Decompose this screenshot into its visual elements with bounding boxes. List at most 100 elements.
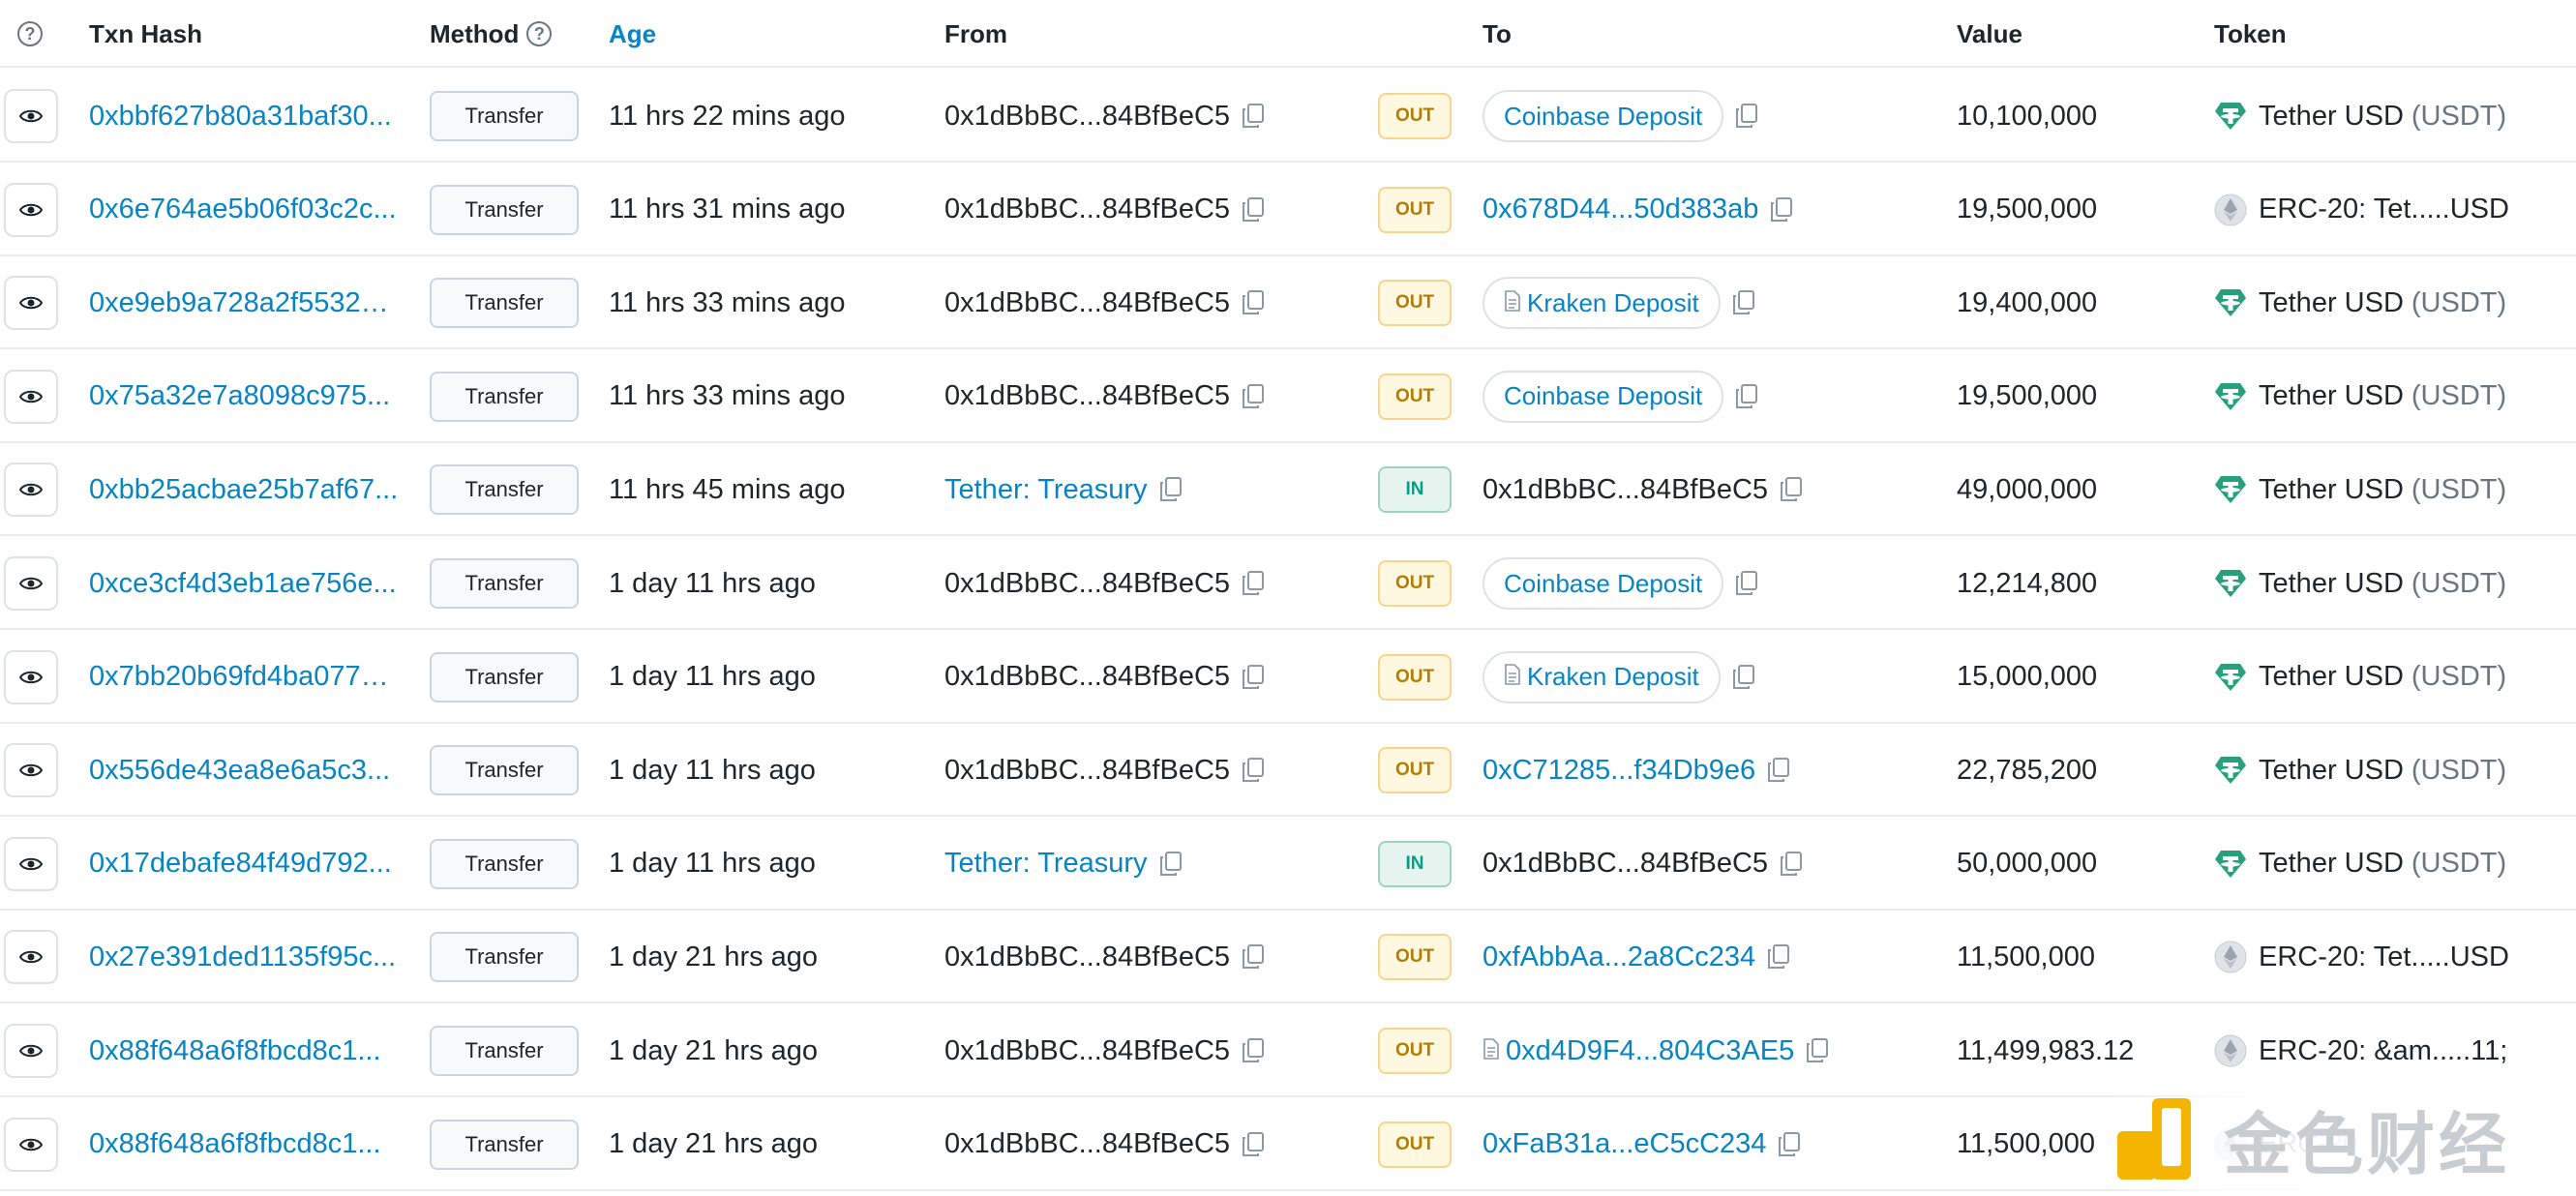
token-cell[interactable]: Tether USD (USDT) bbox=[2214, 350, 2506, 443]
to-address-label[interactable]: Kraken Deposit bbox=[1527, 662, 1699, 692]
token-cell[interactable]: Tether USD (USDT) bbox=[2214, 256, 2506, 349]
method-badge[interactable]: Transfer bbox=[430, 1026, 579, 1076]
token-cell[interactable]: Tether USD (USDT) bbox=[2214, 818, 2506, 911]
copy-icon[interactable] bbox=[1767, 944, 1790, 970]
method-badge[interactable]: Transfer bbox=[430, 464, 579, 516]
to-address-tag[interactable]: Coinbase Deposit bbox=[1483, 370, 1724, 423]
token-name[interactable]: Tether USD bbox=[2259, 848, 2404, 880]
to-address-tag[interactable]: Coinbase Deposit bbox=[1483, 557, 1724, 610]
eye-icon[interactable] bbox=[4, 743, 58, 798]
method-badge[interactable]: Transfer bbox=[430, 558, 579, 609]
to-address-label[interactable]: Coinbase Deposit bbox=[1504, 102, 1702, 132]
token-cell[interactable]: Tether USD (USDT) bbox=[2214, 443, 2506, 536]
copy-icon[interactable] bbox=[1732, 290, 1755, 315]
token-name[interactable]: ERC-20: Tet.....USD bbox=[2259, 194, 2509, 225]
from-address[interactable]: Tether: Treasury bbox=[944, 848, 1148, 880]
txn-hash-link[interactable]: 0x27e391ded1135f95c... bbox=[89, 942, 399, 973]
copy-icon[interactable] bbox=[1242, 104, 1265, 129]
token-cell[interactable]: Tether USD (USDT) bbox=[2214, 631, 2506, 724]
method-badge[interactable]: Transfer bbox=[430, 371, 579, 422]
token-name[interactable]: Tether USD bbox=[2259, 755, 2404, 787]
token-name[interactable]: Tether USD bbox=[2259, 661, 2404, 693]
help-icon[interactable]: ? bbox=[17, 0, 43, 68]
eye-icon[interactable] bbox=[4, 463, 58, 518]
copy-icon[interactable] bbox=[1735, 104, 1758, 129]
method-help-icon[interactable]: ? bbox=[526, 21, 553, 46]
to-address[interactable]: 0x678D44...50d383ab bbox=[1483, 194, 1758, 225]
copy-icon[interactable] bbox=[1780, 477, 1803, 502]
token-cell[interactable]: Tether USD (USDT) bbox=[2214, 724, 2506, 817]
token-cell[interactable]: Tether USD (USDT) bbox=[2214, 70, 2506, 163]
eye-icon[interactable] bbox=[4, 369, 58, 424]
copy-icon[interactable] bbox=[1242, 1131, 1265, 1157]
token-name[interactable]: Tether USD bbox=[2259, 474, 2404, 506]
to-address[interactable]: 0xC71285...f34Db9e6 bbox=[1483, 755, 1755, 787]
method-badge[interactable]: Transfer bbox=[430, 184, 579, 235]
method-badge[interactable]: Transfer bbox=[430, 278, 579, 329]
copy-icon[interactable] bbox=[1159, 851, 1183, 877]
to-address-label[interactable]: Coinbase Deposit bbox=[1504, 569, 1702, 599]
token-name[interactable]: Tether USD bbox=[2259, 101, 2404, 133]
copy-icon[interactable] bbox=[1770, 196, 1793, 223]
txn-hash-link[interactable]: 0xbb25acbae25b7af67... bbox=[89, 474, 399, 506]
txn-hash-link[interactable]: 0xe9eb9a728a2f55325... bbox=[89, 287, 399, 319]
copy-icon[interactable] bbox=[1806, 1038, 1829, 1063]
from-address[interactable]: Tether: Treasury bbox=[944, 474, 1148, 506]
copy-icon[interactable] bbox=[1242, 758, 1265, 783]
copy-icon[interactable] bbox=[1778, 1131, 1801, 1157]
method-badge[interactable]: Transfer bbox=[430, 932, 579, 983]
txn-hash-link[interactable]: 0xbbf627b80a31baf30... bbox=[89, 101, 399, 133]
to-address[interactable]: 0xd4D9F4...804C3AE5 bbox=[1506, 1035, 1794, 1067]
txn-hash-link[interactable]: 0x88f648a6f8fbcd8c1... bbox=[89, 1035, 399, 1067]
copy-icon[interactable] bbox=[1732, 664, 1755, 690]
eye-icon[interactable] bbox=[4, 89, 58, 143]
to-address[interactable]: 0xfAbbAa...2a8Cc234 bbox=[1483, 942, 1755, 973]
copy-icon[interactable] bbox=[1242, 664, 1265, 690]
to-address-tag[interactable]: Coinbase Deposit bbox=[1483, 90, 1724, 142]
method-badge[interactable]: Transfer bbox=[430, 91, 579, 141]
eye-icon[interactable] bbox=[4, 930, 58, 985]
eye-icon[interactable] bbox=[4, 276, 58, 331]
eye-icon[interactable] bbox=[4, 182, 58, 237]
txn-hash-link[interactable]: 0xce3cf4d3eb1ae756e... bbox=[89, 568, 399, 600]
to-address-tag[interactable]: Kraken Deposit bbox=[1483, 277, 1721, 330]
copy-icon[interactable] bbox=[1735, 383, 1758, 409]
method-badge[interactable]: Transfer bbox=[430, 838, 579, 889]
copy-icon[interactable] bbox=[1242, 196, 1265, 223]
token-cell[interactable]: ERC-20: Tet.....USD bbox=[2214, 911, 2509, 1003]
token-cell[interactable]: ERC-20: Tet.....USD bbox=[2214, 164, 2509, 256]
copy-icon[interactable] bbox=[1242, 944, 1265, 970]
txn-hash-link[interactable]: 0x75a32e7a8098c975... bbox=[89, 380, 399, 412]
to-address-label[interactable]: Coinbase Deposit bbox=[1504, 381, 1702, 411]
method-badge[interactable]: Transfer bbox=[430, 651, 579, 703]
txn-hash-link[interactable]: 0x7bb20b69fd4ba0779... bbox=[89, 661, 399, 693]
token-cell[interactable]: Tether USD (USDT) bbox=[2214, 537, 2506, 630]
copy-icon[interactable] bbox=[1242, 1038, 1265, 1063]
token-name[interactable]: ERC-20: Tet.....USD bbox=[2259, 942, 2509, 973]
copy-icon[interactable] bbox=[1780, 851, 1803, 877]
copy-icon[interactable] bbox=[1159, 477, 1183, 502]
eye-icon[interactable] bbox=[4, 836, 58, 891]
eye-icon[interactable] bbox=[4, 649, 58, 704]
token-name[interactable]: Tether USD bbox=[2259, 380, 2404, 412]
copy-icon[interactable] bbox=[1242, 571, 1265, 596]
copy-icon[interactable] bbox=[1735, 571, 1758, 596]
eye-icon[interactable] bbox=[4, 1024, 58, 1078]
method-badge[interactable]: Transfer bbox=[430, 745, 579, 796]
copy-icon[interactable] bbox=[1767, 758, 1790, 783]
txn-hash-link[interactable]: 0x556de43ea8e6a5c3... bbox=[89, 755, 399, 787]
column-age[interactable]: Age bbox=[609, 0, 656, 68]
to-address-tag[interactable]: Kraken Deposit bbox=[1483, 650, 1721, 703]
copy-icon[interactable] bbox=[1242, 290, 1265, 315]
method-badge[interactable]: Transfer bbox=[430, 1119, 579, 1170]
txn-hash-link[interactable]: 0x6e764ae5b06f03c2c... bbox=[89, 194, 399, 225]
eye-icon[interactable] bbox=[4, 556, 58, 611]
to-address[interactable]: 0xFaB31a...eC5cC234 bbox=[1483, 1128, 1766, 1160]
to-address-label[interactable]: Kraken Deposit bbox=[1527, 288, 1699, 318]
token-name[interactable]: Tether USD bbox=[2259, 568, 2404, 600]
txn-hash-link[interactable]: 0x88f648a6f8fbcd8c1... bbox=[89, 1128, 399, 1160]
token-name[interactable]: ERC-20: &am.....11; bbox=[2259, 1035, 2507, 1067]
txn-hash-link[interactable]: 0x17debafe84f49d792... bbox=[89, 848, 399, 880]
copy-icon[interactable] bbox=[1242, 383, 1265, 409]
token-name[interactable]: Tether USD bbox=[2259, 287, 2404, 319]
